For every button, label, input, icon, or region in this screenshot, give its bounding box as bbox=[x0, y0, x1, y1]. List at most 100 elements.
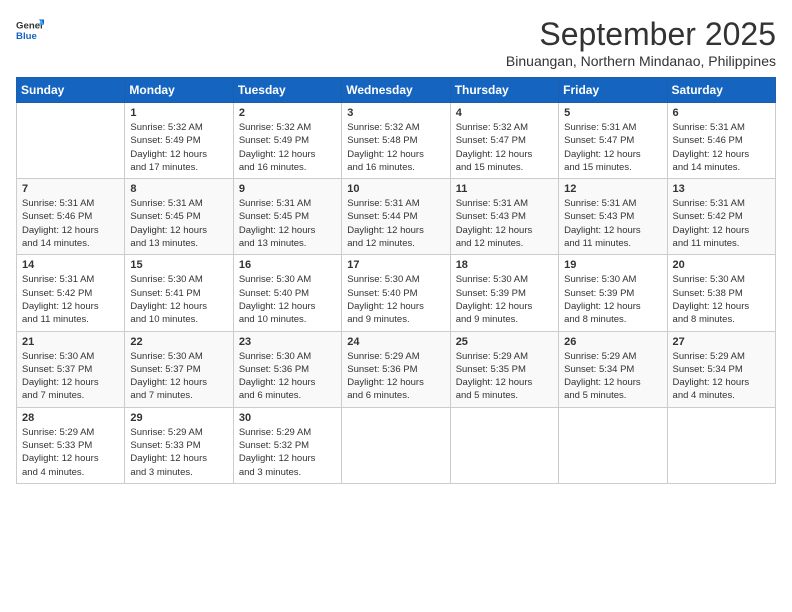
calendar-day-cell: 26Sunrise: 5:29 AM Sunset: 5:34 PM Dayli… bbox=[559, 331, 667, 407]
calendar-day-cell: 2 Sunrise: 5:32 AM Sunset: 5:49 PM Daylig… bbox=[233, 103, 341, 179]
calendar-header-row: SundayMondayTuesdayWednesdayThursdayFrid… bbox=[17, 78, 776, 103]
day-number: 10 bbox=[347, 183, 444, 195]
day-number: 23 bbox=[239, 336, 336, 348]
day-info: Sunrise: 5:31 AM Sunset: 5:43 PM Dayligh… bbox=[456, 197, 553, 250]
title-block: September 2025 Binuangan, Northern Minda… bbox=[506, 16, 776, 69]
calendar-day-header: Saturday bbox=[667, 78, 775, 103]
calendar-day-cell: 8 Sunrise: 5:31 AM Sunset: 5:45 PM Daylig… bbox=[125, 179, 233, 255]
day-info: Sunrise: 5:30 AM Sunset: 5:41 PM Dayligh… bbox=[130, 273, 227, 326]
calendar-day-header: Sunday bbox=[17, 78, 125, 103]
calendar-week-row: 21 Sunrise: 5:30 AM Sunset: 5:37 PM Dayli… bbox=[17, 331, 776, 407]
day-number: 16 bbox=[239, 259, 336, 271]
day-number: 13 bbox=[673, 183, 770, 195]
calendar-day-cell: 4 Sunrise: 5:32 AM Sunset: 5:47 PM Daylig… bbox=[450, 103, 558, 179]
day-number: 19 bbox=[564, 259, 661, 271]
calendar-day-cell: 10 Sunrise: 5:31 AM Sunset: 5:44 PM Dayli… bbox=[342, 179, 450, 255]
calendar-table: SundayMondayTuesdayWednesdayThursdayFrid… bbox=[16, 77, 776, 484]
day-number: 5 bbox=[564, 107, 661, 119]
day-number: 18 bbox=[456, 259, 553, 271]
calendar-day-cell: 24 Sunrise: 5:29 AM Sunset: 5:36 PM Dayli… bbox=[342, 331, 450, 407]
calendar-day-cell bbox=[667, 407, 775, 483]
day-number: 2 bbox=[239, 107, 336, 119]
calendar-day-header: Wednesday bbox=[342, 78, 450, 103]
calendar-day-cell bbox=[17, 103, 125, 179]
day-number: 17 bbox=[347, 259, 444, 271]
calendar-day-cell bbox=[342, 407, 450, 483]
day-info: Sunrise: 5:29 AM Sunset: 5:32 PM Dayligh… bbox=[239, 426, 336, 479]
day-number: 15 bbox=[130, 259, 227, 271]
day-info: Sunrise: 5:30 AM Sunset: 5:40 PM Dayligh… bbox=[239, 273, 336, 326]
calendar-day-cell: 21 Sunrise: 5:30 AM Sunset: 5:37 PM Dayli… bbox=[17, 331, 125, 407]
day-number: 4 bbox=[456, 107, 553, 119]
calendar-day-cell: 30 Sunrise: 5:29 AM Sunset: 5:32 PM Dayli… bbox=[233, 407, 341, 483]
calendar-week-row: 7Sunrise: 5:31 AM Sunset: 5:46 PM Daylig… bbox=[17, 179, 776, 255]
calendar-day-header: Friday bbox=[559, 78, 667, 103]
day-info: Sunrise: 5:32 AM Sunset: 5:49 PM Dayligh… bbox=[130, 121, 227, 174]
day-info: Sunrise: 5:32 AM Sunset: 5:49 PM Dayligh… bbox=[239, 121, 336, 174]
day-number: 9 bbox=[239, 183, 336, 195]
day-info: Sunrise: 5:29 AM Sunset: 5:33 PM Dayligh… bbox=[130, 426, 227, 479]
day-info: Sunrise: 5:30 AM Sunset: 5:39 PM Dayligh… bbox=[456, 273, 553, 326]
day-info: Sunrise: 5:30 AM Sunset: 5:40 PM Dayligh… bbox=[347, 273, 444, 326]
day-info: Sunrise: 5:31 AM Sunset: 5:45 PM Dayligh… bbox=[239, 197, 336, 250]
calendar-day-cell: 29Sunrise: 5:29 AM Sunset: 5:33 PM Dayli… bbox=[125, 407, 233, 483]
day-number: 8 bbox=[130, 183, 227, 195]
calendar-day-cell bbox=[450, 407, 558, 483]
day-number: 25 bbox=[456, 336, 553, 348]
day-info: Sunrise: 5:30 AM Sunset: 5:36 PM Dayligh… bbox=[239, 350, 336, 403]
day-number: 3 bbox=[347, 107, 444, 119]
calendar-day-cell: 19Sunrise: 5:30 AM Sunset: 5:39 PM Dayli… bbox=[559, 255, 667, 331]
day-info: Sunrise: 5:31 AM Sunset: 5:47 PM Dayligh… bbox=[564, 121, 661, 174]
page-header: General Blue September 2025 Binuangan, N… bbox=[16, 16, 776, 69]
day-info: Sunrise: 5:30 AM Sunset: 5:38 PM Dayligh… bbox=[673, 273, 770, 326]
calendar-day-cell: 23 Sunrise: 5:30 AM Sunset: 5:36 PM Dayli… bbox=[233, 331, 341, 407]
calendar-day-cell: 22Sunrise: 5:30 AM Sunset: 5:37 PM Dayli… bbox=[125, 331, 233, 407]
day-number: 14 bbox=[22, 259, 119, 271]
day-info: Sunrise: 5:31 AM Sunset: 5:42 PM Dayligh… bbox=[22, 273, 119, 326]
day-info: Sunrise: 5:32 AM Sunset: 5:48 PM Dayligh… bbox=[347, 121, 444, 174]
logo: General Blue bbox=[16, 16, 44, 44]
day-info: Sunrise: 5:31 AM Sunset: 5:46 PM Dayligh… bbox=[673, 121, 770, 174]
calendar-day-cell: 20 Sunrise: 5:30 AM Sunset: 5:38 PM Dayli… bbox=[667, 255, 775, 331]
logo-icon: General Blue bbox=[16, 16, 44, 44]
calendar-day-header: Tuesday bbox=[233, 78, 341, 103]
calendar-day-header: Monday bbox=[125, 78, 233, 103]
day-number: 26 bbox=[564, 336, 661, 348]
svg-text:General: General bbox=[16, 20, 44, 31]
calendar-day-cell: 12 Sunrise: 5:31 AM Sunset: 5:43 PM Dayli… bbox=[559, 179, 667, 255]
day-number: 11 bbox=[456, 183, 553, 195]
day-number: 7 bbox=[22, 183, 119, 195]
calendar-day-cell: 18 Sunrise: 5:30 AM Sunset: 5:39 PM Dayli… bbox=[450, 255, 558, 331]
day-info: Sunrise: 5:31 AM Sunset: 5:43 PM Dayligh… bbox=[564, 197, 661, 250]
calendar-day-cell: 17 Sunrise: 5:30 AM Sunset: 5:40 PM Dayli… bbox=[342, 255, 450, 331]
calendar-week-row: 28 Sunrise: 5:29 AM Sunset: 5:33 PM Dayli… bbox=[17, 407, 776, 483]
calendar-day-cell: 5 Sunrise: 5:31 AM Sunset: 5:47 PM Daylig… bbox=[559, 103, 667, 179]
day-number: 22 bbox=[130, 336, 227, 348]
calendar-day-cell: 3 Sunrise: 5:32 AM Sunset: 5:48 PM Daylig… bbox=[342, 103, 450, 179]
month-title: September 2025 bbox=[506, 16, 776, 53]
calendar-day-cell: 15 Sunrise: 5:30 AM Sunset: 5:41 PM Dayli… bbox=[125, 255, 233, 331]
calendar-day-cell: 7Sunrise: 5:31 AM Sunset: 5:46 PM Daylig… bbox=[17, 179, 125, 255]
day-info: Sunrise: 5:31 AM Sunset: 5:42 PM Dayligh… bbox=[673, 197, 770, 250]
calendar-day-cell: 9 Sunrise: 5:31 AM Sunset: 5:45 PM Daylig… bbox=[233, 179, 341, 255]
day-number: 30 bbox=[239, 412, 336, 424]
calendar-day-cell: 11 Sunrise: 5:31 AM Sunset: 5:43 PM Dayli… bbox=[450, 179, 558, 255]
calendar-week-row: 1 Sunrise: 5:32 AM Sunset: 5:49 PM Daylig… bbox=[17, 103, 776, 179]
day-number: 12 bbox=[564, 183, 661, 195]
day-info: Sunrise: 5:31 AM Sunset: 5:45 PM Dayligh… bbox=[130, 197, 227, 250]
location-subtitle: Binuangan, Northern Mindanao, Philippine… bbox=[506, 53, 776, 69]
day-number: 28 bbox=[22, 412, 119, 424]
calendar-day-cell: 27Sunrise: 5:29 AM Sunset: 5:34 PM Dayli… bbox=[667, 331, 775, 407]
day-number: 24 bbox=[347, 336, 444, 348]
day-number: 21 bbox=[22, 336, 119, 348]
calendar-day-cell: 1 Sunrise: 5:32 AM Sunset: 5:49 PM Daylig… bbox=[125, 103, 233, 179]
day-info: Sunrise: 5:31 AM Sunset: 5:44 PM Dayligh… bbox=[347, 197, 444, 250]
calendar-day-cell: 14 Sunrise: 5:31 AM Sunset: 5:42 PM Dayli… bbox=[17, 255, 125, 331]
day-info: Sunrise: 5:32 AM Sunset: 5:47 PM Dayligh… bbox=[456, 121, 553, 174]
day-number: 6 bbox=[673, 107, 770, 119]
day-number: 1 bbox=[130, 107, 227, 119]
day-info: Sunrise: 5:29 AM Sunset: 5:36 PM Dayligh… bbox=[347, 350, 444, 403]
day-info: Sunrise: 5:30 AM Sunset: 5:37 PM Dayligh… bbox=[22, 350, 119, 403]
day-number: 20 bbox=[673, 259, 770, 271]
calendar-day-cell: 13 Sunrise: 5:31 AM Sunset: 5:42 PM Dayli… bbox=[667, 179, 775, 255]
